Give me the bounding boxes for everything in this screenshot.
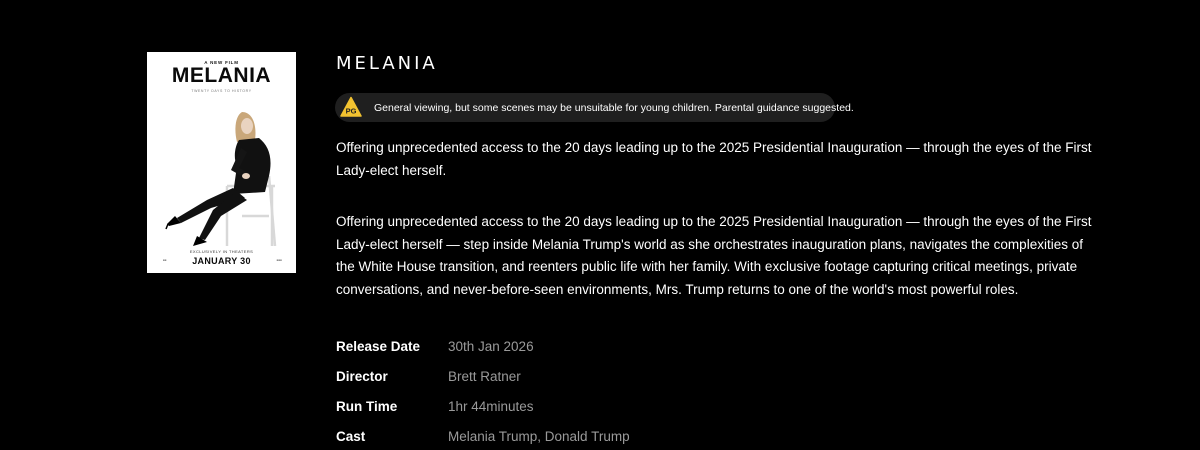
detail-value: 30th Jan 2026 bbox=[448, 338, 534, 354]
detail-row-director: Director Brett Ratner bbox=[336, 361, 936, 391]
rating-classification-badge: PG General viewing, but some scenes may … bbox=[335, 93, 854, 122]
detail-value: 1hr 44minutes bbox=[448, 398, 534, 414]
pg-warning-icon: PG bbox=[340, 96, 362, 117]
detail-row-cast: Cast Melania Trump, Donald Trump bbox=[336, 421, 936, 450]
detail-label: Director bbox=[336, 368, 388, 384]
svg-text:PG: PG bbox=[346, 107, 357, 116]
movie-details: Release Date 30th Jan 2026 Director Bret… bbox=[336, 331, 936, 450]
poster-exclusive-text: EXCLUSIVELY IN THEATERS bbox=[189, 249, 254, 254]
synopsis-long: Offering unprecedented access to the 20 … bbox=[336, 214, 1092, 297]
movie-detail-page: A NEW FILM MELANIA TWENTY DAYS TO HISTOR… bbox=[0, 0, 1200, 450]
poster-release-date: JANUARY 30 bbox=[192, 256, 251, 266]
detail-label: Run Time bbox=[336, 398, 398, 414]
poster-rating-block: ■■ bbox=[163, 258, 167, 262]
detail-value: Melania Trump, Donald Trump bbox=[448, 428, 630, 444]
poster-figure-illustration bbox=[165, 112, 277, 246]
movie-title: MELANIA bbox=[336, 53, 438, 74]
detail-label: Cast bbox=[336, 428, 366, 444]
synopsis-short: Offering unprecedented access to the 20 … bbox=[336, 140, 1092, 178]
poster-title: MELANIA bbox=[171, 64, 272, 87]
detail-value: Brett Ratner bbox=[448, 368, 521, 384]
detail-row-release-date: Release Date 30th Jan 2026 bbox=[336, 331, 936, 361]
detail-label: Release Date bbox=[336, 338, 421, 354]
rating-description: General viewing, but some scenes may be … bbox=[374, 102, 854, 114]
poster-subtitle: TWENTY DAYS TO HISTORY bbox=[191, 89, 252, 93]
poster-credits-block: ■■■ bbox=[276, 258, 282, 262]
movie-poster[interactable]: A NEW FILM MELANIA TWENTY DAYS TO HISTOR… bbox=[147, 52, 296, 273]
detail-row-run-time: Run Time 1hr 44minutes bbox=[336, 391, 936, 421]
